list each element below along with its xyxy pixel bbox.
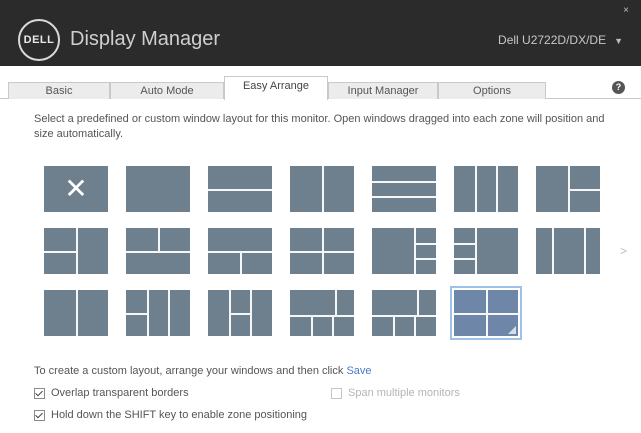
tab-options[interactable]: Options	[438, 82, 546, 99]
custom-layout-hint: To create a custom layout, arrange your …	[34, 365, 372, 377]
tile-divider	[414, 258, 436, 260]
layout-tile[interactable]	[208, 290, 272, 336]
app-title: Display Manager	[70, 28, 221, 50]
tile-divider	[475, 166, 477, 212]
tab-auto-mode[interactable]: Auto Mode	[110, 82, 224, 99]
tile-divider	[335, 290, 337, 315]
tile-divider	[290, 251, 354, 253]
span-monitors-checkbox[interactable]	[331, 387, 342, 399]
tab-easy-arrange[interactable]: Easy Arrange	[224, 76, 328, 100]
close-button[interactable]: ×	[623, 6, 629, 16]
tab-input-manager[interactable]: Input Manager	[328, 82, 438, 99]
layout-tile[interactable]	[290, 228, 354, 274]
layout-tile[interactable]	[454, 166, 518, 212]
shift-key-label: Hold down the SHIFT key to enable zone p…	[51, 409, 308, 421]
save-link[interactable]: Save	[346, 365, 371, 377]
tile-divider	[475, 228, 477, 274]
tile-divider	[496, 166, 498, 212]
tile-divider	[208, 189, 272, 191]
tile-divider	[168, 290, 170, 336]
layout-description: Select a predefined or custom window lay…	[34, 113, 605, 140]
overlap-borders-label: Overlap transparent borders	[51, 387, 189, 399]
layout-tile[interactable]	[44, 228, 108, 274]
tile-divider	[290, 315, 354, 317]
tile-divider	[568, 189, 600, 191]
layout-tile[interactable]	[208, 166, 272, 212]
layout-tile[interactable]	[208, 228, 272, 274]
tile-divider	[417, 290, 419, 315]
overlap-borders-option[interactable]: Overlap transparent borders	[34, 387, 189, 399]
layout-tile[interactable]	[450, 286, 522, 340]
tile-divider	[229, 313, 250, 315]
tile-divider	[584, 228, 586, 274]
tab-basic[interactable]: Basic	[8, 82, 110, 99]
layout-tile[interactable]	[126, 290, 190, 336]
layout-tile[interactable]	[290, 290, 354, 336]
layout-tile[interactable]	[536, 166, 600, 212]
tile-divider	[454, 258, 475, 260]
logo-text: DELL	[23, 34, 55, 46]
layout-tile[interactable]	[372, 290, 436, 336]
tile-divider	[158, 228, 160, 251]
layout-tile[interactable]	[372, 228, 436, 274]
tile-divider	[311, 315, 313, 336]
span-monitors-label: Span multiple monitors	[348, 387, 460, 399]
chevron-right-icon[interactable]: >	[620, 244, 627, 258]
layout-tile[interactable]	[372, 166, 436, 212]
tile-divider	[372, 181, 436, 183]
custom-layout-text: To create a custom layout, arrange your …	[34, 365, 344, 377]
chevron-down-icon: ▼	[614, 36, 623, 46]
layout-tile-none[interactable]: ✕	[44, 166, 108, 212]
tile-divider	[454, 243, 475, 245]
tile-divider	[372, 315, 436, 317]
app-header: DELL Display Manager Dell U2722D/DX/DE ▼ …	[0, 0, 641, 66]
tile-divider	[44, 251, 76, 253]
help-icon[interactable]: ?	[612, 81, 625, 94]
overlap-borders-checkbox[interactable]	[34, 387, 45, 399]
monitor-selector[interactable]: Dell U2722D/DX/DE ▼	[498, 33, 623, 47]
tile-divider	[76, 290, 78, 336]
close-icon: ✕	[64, 173, 88, 204]
tile-divider	[372, 196, 436, 198]
dell-logo: DELL	[18, 19, 60, 61]
layout-tile[interactable]	[44, 290, 108, 336]
shift-key-checkbox[interactable]	[34, 409, 45, 421]
tile-divider	[414, 315, 416, 336]
tile-divider	[393, 315, 395, 336]
tile-divider	[414, 228, 416, 274]
tile-divider	[552, 228, 554, 274]
shift-key-option[interactable]: Hold down the SHIFT key to enable zone p…	[34, 409, 307, 421]
tile-divider	[126, 251, 190, 253]
tile-divider	[454, 313, 518, 315]
tile-divider	[76, 228, 78, 274]
layout-tile[interactable]	[536, 228, 600, 274]
resize-corner-icon	[508, 326, 516, 334]
tile-divider	[250, 290, 252, 336]
layout-tile[interactable]	[126, 228, 190, 274]
span-monitors-option[interactable]: Span multiple monitors	[331, 387, 460, 399]
tile-divider	[126, 313, 147, 315]
layout-tile[interactable]	[290, 166, 354, 212]
layout-tile[interactable]	[454, 228, 518, 274]
tile-divider	[147, 290, 149, 336]
tile-divider	[414, 243, 436, 245]
monitor-name: Dell U2722D/DX/DE	[498, 33, 607, 47]
tile-divider	[332, 315, 334, 336]
tab-bar: Basic Auto Mode Easy Arrange Input Manag…	[0, 76, 641, 100]
tile-divider	[322, 166, 324, 212]
tile-divider	[240, 251, 242, 274]
layout-tile[interactable]	[126, 166, 190, 212]
